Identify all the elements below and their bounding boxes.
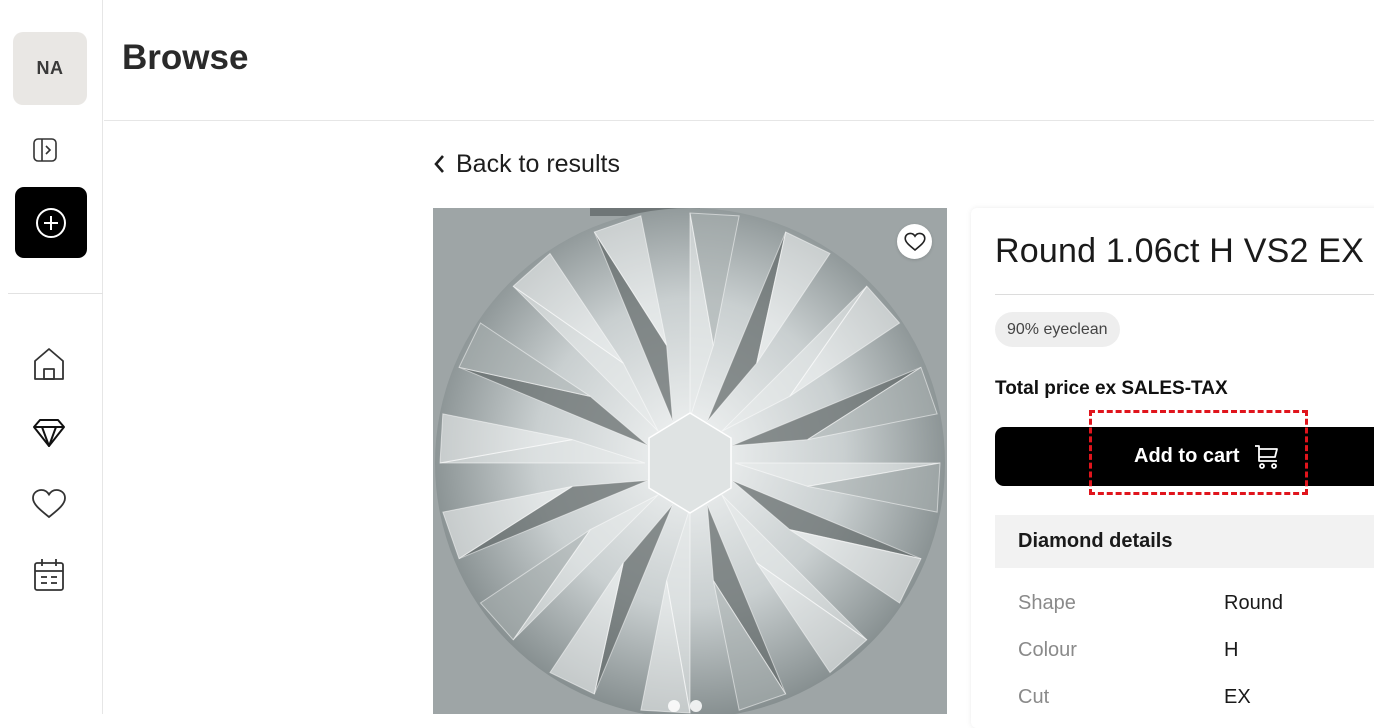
page-header: Browse	[104, 0, 1374, 121]
cart-icon	[1254, 444, 1278, 469]
title-divider	[995, 294, 1374, 295]
heart-icon[interactable]	[30, 486, 68, 522]
detail-row-shape: Shape Round	[1018, 588, 1283, 618]
detail-key: Colour	[1018, 638, 1077, 661]
sidebar: NA	[0, 0, 103, 714]
price-label: Total price ex SALES-TAX	[995, 378, 1228, 399]
carousel-dot[interactable]	[668, 700, 680, 712]
detail-value: EX	[1224, 685, 1251, 708]
favorite-button[interactable]	[897, 224, 932, 259]
diamond-icon[interactable]	[30, 416, 68, 450]
detail-key: Cut	[1018, 685, 1050, 708]
sidebar-divider	[8, 293, 103, 294]
product-title: Round 1.06ct H VS2 EX	[995, 232, 1364, 270]
detail-key: Shape	[1018, 591, 1076, 614]
sidebar-toggle-icon[interactable]	[30, 135, 60, 165]
detail-value: H	[1224, 638, 1239, 661]
back-to-results-link[interactable]: Back to results	[432, 147, 620, 181]
detail-row-colour: Colour H	[1018, 635, 1238, 665]
diamond-details-header[interactable]: Diamond details	[995, 515, 1374, 568]
heart-outline-icon	[903, 232, 926, 251]
plus-circle-icon	[36, 207, 66, 238]
avatar[interactable]: NA	[13, 32, 87, 105]
home-icon[interactable]	[31, 345, 67, 383]
add-to-cart-label: Add to cart	[1134, 445, 1240, 467]
detail-value: Round	[1224, 591, 1283, 614]
diamond-photo	[433, 208, 947, 714]
eyeclean-badge: 90% eyeclean	[995, 312, 1120, 347]
new-button[interactable]	[15, 187, 87, 258]
page-title: Browse	[122, 38, 249, 77]
carousel-dots	[668, 700, 702, 712]
detail-row-cut: Cut EX	[1018, 682, 1251, 712]
calendar-icon[interactable]	[31, 556, 67, 594]
back-link-label: Back to results	[456, 149, 620, 178]
chevron-left-icon	[434, 155, 444, 173]
add-to-cart-button[interactable]: Add to cart	[995, 427, 1374, 486]
diamond-image	[433, 208, 947, 714]
carousel-dot[interactable]	[690, 700, 702, 712]
